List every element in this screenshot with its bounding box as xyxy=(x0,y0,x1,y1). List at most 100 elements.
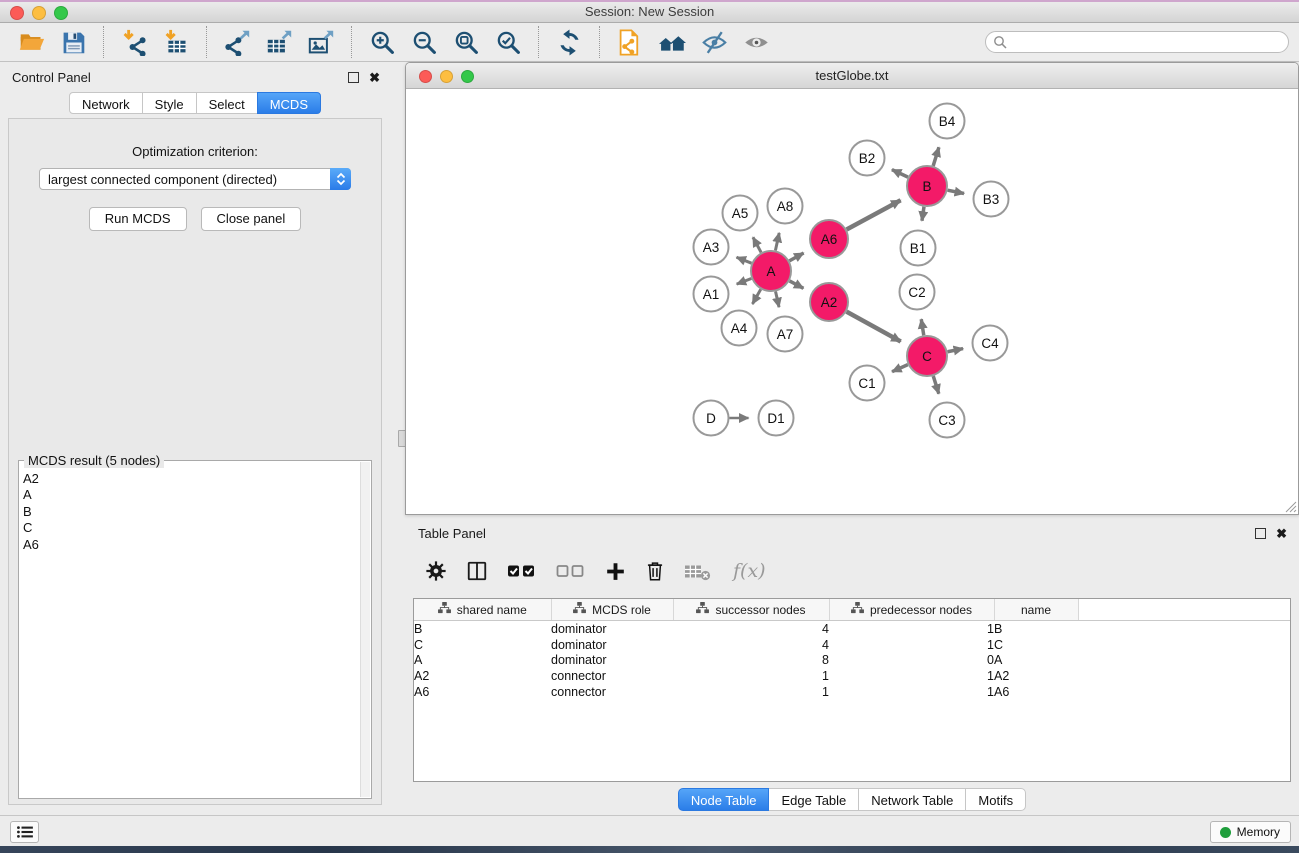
edge-A2-C[interactable] xyxy=(847,312,901,342)
criterion-dropdown[interactable]: largest connected component (directed) xyxy=(39,168,351,190)
run-mcds-button[interactable]: Run MCDS xyxy=(89,207,187,231)
select-all-icon[interactable] xyxy=(507,557,537,585)
tab-motifs[interactable]: Motifs xyxy=(965,788,1026,811)
close-panel-icon[interactable]: ✖ xyxy=(369,73,380,82)
columns-icon[interactable] xyxy=(466,557,488,585)
network-close-button[interactable] xyxy=(419,70,432,83)
table-row[interactable]: A2connector11A2 xyxy=(414,668,1290,684)
node-B4[interactable]: B4 xyxy=(930,104,965,139)
minimize-window-button[interactable] xyxy=(32,6,46,20)
node-A8[interactable]: A8 xyxy=(768,189,803,224)
node-D[interactable]: D xyxy=(694,401,729,436)
zoom-fit-icon[interactable] xyxy=(448,26,484,58)
result-item[interactable]: C xyxy=(23,520,360,536)
network-window-titlebar[interactable]: testGlobe.txt xyxy=(406,63,1298,89)
import-table-icon[interactable] xyxy=(158,26,194,58)
tab-select[interactable]: Select xyxy=(196,92,258,114)
edge-A-A7[interactable] xyxy=(776,291,779,307)
close-table-panel-icon[interactable]: ✖ xyxy=(1276,529,1287,538)
open-folder-icon[interactable] xyxy=(13,26,49,58)
export-image-icon[interactable] xyxy=(303,26,339,58)
deselect-all-icon[interactable] xyxy=(556,557,586,585)
show-details-icon[interactable] xyxy=(738,26,774,58)
save-icon[interactable] xyxy=(55,26,91,58)
network-zoom-button[interactable] xyxy=(461,70,474,83)
node-D1[interactable]: D1 xyxy=(759,401,794,436)
close-window-button[interactable] xyxy=(10,6,24,20)
zoom-selected-icon[interactable] xyxy=(490,26,526,58)
edge-A-A3[interactable] xyxy=(737,257,752,263)
table-row[interactable]: Cdominator41C xyxy=(414,637,1290,653)
column-header[interactable]: name xyxy=(994,599,1078,621)
edge-C-C1[interactable] xyxy=(892,365,908,372)
edge-A6-B[interactable] xyxy=(847,200,901,229)
tab-mcds[interactable]: MCDS xyxy=(257,92,321,114)
network-file-icon[interactable] xyxy=(612,26,648,58)
home-networks-icon[interactable] xyxy=(654,26,690,58)
table-row[interactable]: Adominator80A xyxy=(414,653,1290,669)
node-A[interactable]: A xyxy=(751,251,791,291)
edge-C-C2[interactable] xyxy=(921,319,924,335)
node-A5[interactable]: A5 xyxy=(723,196,758,231)
edge-A-A4[interactable] xyxy=(752,289,760,304)
column-header[interactable]: predecessor nodes xyxy=(829,599,994,621)
import-network-icon[interactable] xyxy=(116,26,152,58)
edge-B-B4[interactable] xyxy=(933,147,939,166)
float-panel-icon[interactable] xyxy=(348,72,359,83)
zoom-window-button[interactable] xyxy=(54,6,68,20)
result-item[interactable]: B xyxy=(23,504,360,520)
column-header[interactable]: MCDS role xyxy=(551,599,673,621)
edge-B-B1[interactable] xyxy=(922,207,924,221)
column-header[interactable]: successor nodes xyxy=(673,599,829,621)
node-A4[interactable]: A4 xyxy=(722,311,757,346)
edge-A-A6[interactable] xyxy=(789,253,803,261)
table-row[interactable]: Bdominator41B xyxy=(414,621,1290,637)
network-minimize-button[interactable] xyxy=(440,70,453,83)
node-A2[interactable]: A2 xyxy=(810,283,848,321)
edge-B-B3[interactable] xyxy=(948,190,964,193)
task-history-button[interactable] xyxy=(10,821,39,843)
node-C4[interactable]: C4 xyxy=(973,326,1008,361)
edge-A-A5[interactable] xyxy=(753,237,761,252)
resize-grip-icon[interactable] xyxy=(1284,500,1297,513)
result-item[interactable]: A2 xyxy=(23,471,360,487)
tab-style[interactable]: Style xyxy=(142,92,197,114)
delete-column-icon[interactable] xyxy=(645,557,665,585)
edge-A-A2[interactable] xyxy=(790,281,804,288)
result-item[interactable]: A6 xyxy=(23,537,360,553)
node-A6[interactable]: A6 xyxy=(810,220,848,258)
search-input[interactable] xyxy=(985,31,1289,53)
column-header[interactable]: shared name xyxy=(414,599,551,621)
export-table-icon[interactable] xyxy=(261,26,297,58)
zoom-out-icon[interactable] xyxy=(406,26,442,58)
memory-button[interactable]: Memory xyxy=(1210,821,1291,843)
export-network-icon[interactable] xyxy=(219,26,255,58)
node-C2[interactable]: C2 xyxy=(900,275,935,310)
node-C1[interactable]: C1 xyxy=(850,366,885,401)
tab-node-table[interactable]: Node Table xyxy=(678,788,770,811)
tab-edge-table[interactable]: Edge Table xyxy=(768,788,859,811)
node-A1[interactable]: A1 xyxy=(694,277,729,312)
close-panel-button[interactable]: Close panel xyxy=(201,207,302,231)
float-table-panel-icon[interactable] xyxy=(1255,528,1266,539)
node-C3[interactable]: C3 xyxy=(930,403,965,438)
edge-A-A1[interactable] xyxy=(737,279,752,285)
edge-C-C3[interactable] xyxy=(933,376,939,394)
hide-details-icon[interactable] xyxy=(696,26,732,58)
edge-C-C4[interactable] xyxy=(948,349,964,352)
node-A3[interactable]: A3 xyxy=(694,230,729,265)
node-A7[interactable]: A7 xyxy=(768,317,803,352)
refresh-icon[interactable] xyxy=(551,26,587,58)
node-B[interactable]: B xyxy=(907,166,947,206)
tab-network[interactable]: Network xyxy=(69,92,143,114)
node-B3[interactable]: B3 xyxy=(974,182,1009,217)
zoom-in-icon[interactable] xyxy=(364,26,400,58)
edge-B-B2[interactable] xyxy=(892,170,908,177)
node-B2[interactable]: B2 xyxy=(850,141,885,176)
result-item[interactable]: A xyxy=(23,487,360,503)
network-canvas[interactable]: A A1 A2 A3 A4 A5 A6 A7 A8 B B1 B2 B3 B4 C C1 C2 C3 C4 D D1 xyxy=(406,89,1298,514)
gear-icon[interactable] xyxy=(425,557,447,585)
table-row[interactable]: A6connector11A6 xyxy=(414,684,1290,700)
node-C[interactable]: C xyxy=(907,336,947,376)
node-B1[interactable]: B1 xyxy=(901,231,936,266)
